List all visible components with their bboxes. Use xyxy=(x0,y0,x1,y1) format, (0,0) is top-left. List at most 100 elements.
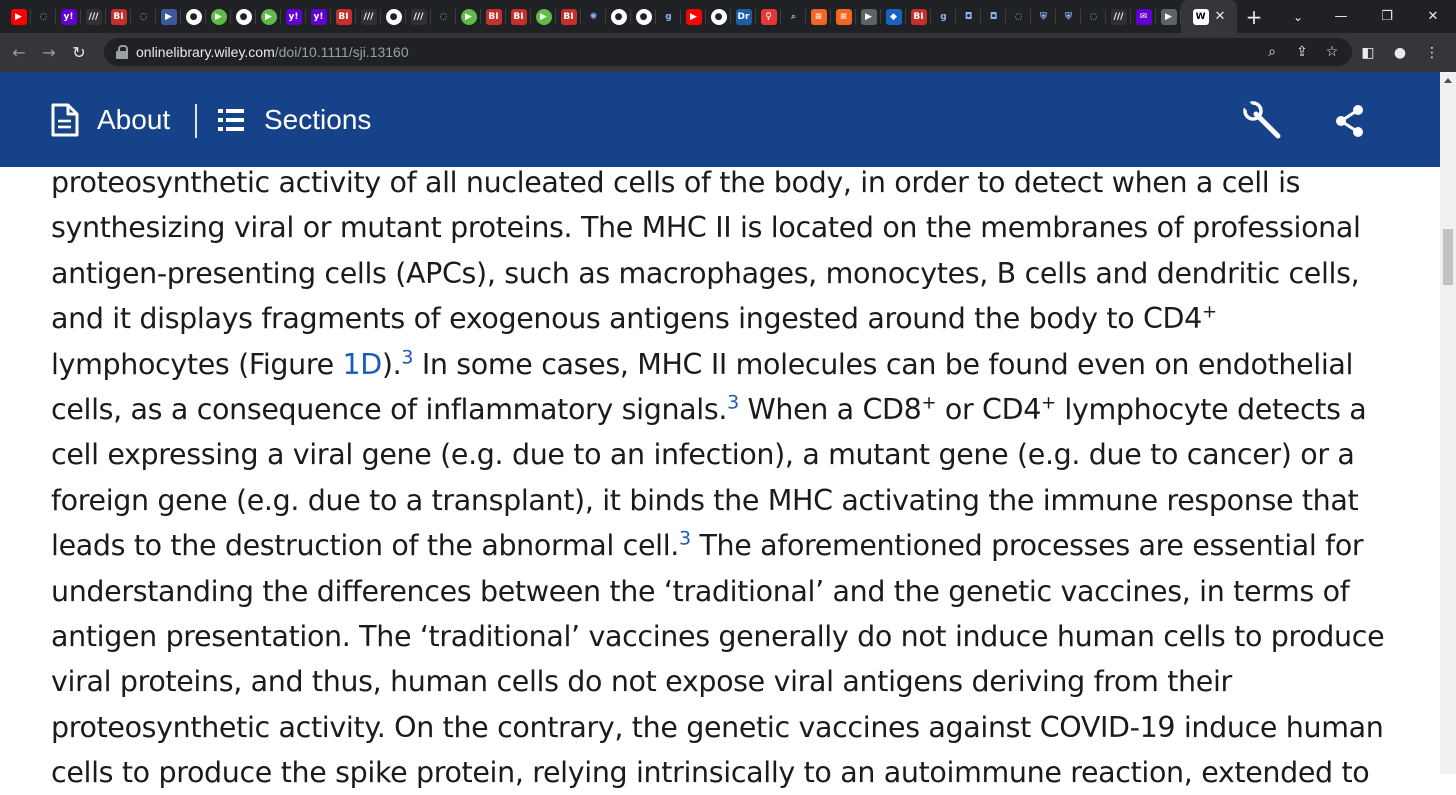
close-window-button[interactable]: ✕ xyxy=(1410,0,1456,33)
lock-icon[interactable] xyxy=(116,45,128,59)
browser-tab[interactable]: ≡ xyxy=(806,0,831,33)
browser-tab[interactable]: ▶ xyxy=(256,0,281,33)
share-icon[interactable] xyxy=(1334,104,1366,138)
browser-tab[interactable]: y! xyxy=(56,0,81,33)
figure-link[interactable]: 1D xyxy=(343,348,383,381)
toolbar-actions: ◧ ● ⋮ xyxy=(1354,33,1446,72)
browser-tab[interactable]: /// xyxy=(81,0,106,33)
browser-tab[interactable]: BI xyxy=(331,0,356,33)
zoom-icon[interactable]: ⌕ xyxy=(1260,44,1284,60)
browser-tab[interactable]: y! xyxy=(281,0,306,33)
browser-tab[interactable]: y! xyxy=(306,0,331,33)
share-icon[interactable]: ⇪ xyxy=(1290,44,1314,60)
play-icon: ▶ xyxy=(460,8,477,25)
shield-icon: ◌ xyxy=(1085,8,1102,25)
reload-button[interactable]: ↻ xyxy=(64,38,94,68)
superscript-plus: + xyxy=(1201,301,1217,323)
sections-button[interactable]: Sections xyxy=(218,72,371,167)
browser-tab[interactable]: ◌ xyxy=(1081,0,1106,33)
browser-tab[interactable]: ♀ xyxy=(756,0,781,33)
crest-icon: ⛨ xyxy=(1060,8,1077,25)
browser-tab[interactable]: ◆ xyxy=(881,0,906,33)
browser-tab[interactable]: ● xyxy=(231,0,256,33)
browser-tab[interactable]: BI xyxy=(906,0,931,33)
browser-tab[interactable]: ● xyxy=(381,0,406,33)
sidepanel-icon[interactable]: ◧ xyxy=(1354,39,1382,67)
browser-tab[interactable]: ≡ xyxy=(831,0,856,33)
yahoo-icon: y! xyxy=(310,8,327,25)
list-icon xyxy=(218,108,244,131)
address-bar[interactable]: onlinelibrary.wiley.com/doi/10.1111/sji.… xyxy=(104,38,1352,66)
browser-tab[interactable]: ◌ xyxy=(131,0,156,33)
browser-tab[interactable]: ● xyxy=(631,0,656,33)
browser-tab[interactable]: ◘ xyxy=(981,0,1006,33)
browser-tab[interactable]: ⛨ xyxy=(1056,0,1081,33)
browser-tab[interactable]: BI xyxy=(506,0,531,33)
close-tab-icon[interactable]: ✕ xyxy=(1215,9,1226,24)
forward-button[interactable]: → xyxy=(34,38,64,68)
browser-tab[interactable]: ◌ xyxy=(431,0,456,33)
browser-tab[interactable]: ▶ xyxy=(206,0,231,33)
browser-tab[interactable]: ▶ xyxy=(531,0,556,33)
browser-tab[interactable]: ✺ xyxy=(581,0,606,33)
profile-icon[interactable]: ● xyxy=(1386,39,1414,67)
new-tab-button[interactable]: + xyxy=(1237,0,1271,33)
browser-tab[interactable]: ▶ xyxy=(156,0,181,33)
circle-icon: ● xyxy=(710,8,727,25)
browser-tab[interactable]: /// xyxy=(1106,0,1131,33)
browser-tab[interactable]: ▶ xyxy=(456,0,481,33)
browser-tab[interactable]: /// xyxy=(406,0,431,33)
browser-tab[interactable]: ▶ xyxy=(856,0,881,33)
browser-tab[interactable]: ▶ xyxy=(681,0,706,33)
browser-tab[interactable]: BI xyxy=(106,0,131,33)
url-text[interactable]: onlinelibrary.wiley.com/doi/10.1111/sji.… xyxy=(136,44,409,60)
shield-orange-icon: ◘ xyxy=(985,8,1002,25)
browser-tab[interactable]: ▶ xyxy=(6,0,31,33)
about-button[interactable]: About xyxy=(50,72,170,167)
browser-tab[interactable]: ⛨ xyxy=(1031,0,1056,33)
tab-search-icon[interactable]: ⌄ xyxy=(1278,0,1318,33)
active-tab[interactable]: W ✕ xyxy=(1181,0,1237,33)
scrollbar-thumb[interactable] xyxy=(1443,229,1453,285)
scroll-up-arrow[interactable] xyxy=(1440,72,1456,88)
circle-icon: ● xyxy=(610,8,627,25)
flag-icon: ▶ xyxy=(160,8,177,25)
citation-link[interactable]: 3 xyxy=(679,528,691,550)
bookmark-icon: ≡ xyxy=(810,8,827,25)
bi-icon: BI xyxy=(560,8,577,25)
wrench-icon[interactable] xyxy=(1243,101,1283,141)
browser-tab[interactable]: g xyxy=(931,0,956,33)
citation-link[interactable]: 3 xyxy=(727,391,739,413)
browser-tab[interactable]: ● xyxy=(706,0,731,33)
scrollbar[interactable] xyxy=(1440,72,1456,774)
browser-tab[interactable]: BI xyxy=(481,0,506,33)
browser-tab[interactable]: ✉ xyxy=(1131,0,1156,33)
bi-icon: BI xyxy=(910,8,927,25)
browser-tab[interactable]: ● xyxy=(606,0,631,33)
browser-tab[interactable]: ◌ xyxy=(1006,0,1031,33)
browser-tab[interactable]: ◘ xyxy=(956,0,981,33)
youtube-icon: ▶ xyxy=(10,8,27,25)
shield-icon: ◌ xyxy=(435,8,452,25)
browser-tab[interactable]: ⌕ xyxy=(781,0,806,33)
circle-icon: ● xyxy=(185,8,202,25)
menu-icon[interactable]: ⋮ xyxy=(1418,39,1446,67)
browser-tab[interactable]: g xyxy=(656,0,681,33)
star-icon[interactable]: ☆ xyxy=(1320,44,1344,60)
browser-tab[interactable]: /// xyxy=(356,0,381,33)
browser-tab[interactable]: ● xyxy=(181,0,206,33)
omnibox-actions: ⌕ ⇪ ☆ xyxy=(1260,38,1344,66)
browser-tab[interactable]: ▶ xyxy=(1156,0,1181,33)
maximize-button[interactable]: ❐ xyxy=(1364,0,1410,33)
browser-tab[interactable]: BI xyxy=(556,0,581,33)
back-button[interactable]: ← xyxy=(4,38,34,68)
minimize-button[interactable]: — xyxy=(1318,0,1364,33)
browser-tab[interactable]: ◌ xyxy=(31,0,56,33)
citation-link[interactable]: 3 xyxy=(401,346,413,368)
cube-icon: ◆ xyxy=(885,8,902,25)
paragraph-line: leads to the destruction of the abnormal… xyxy=(51,527,1364,563)
circle-icon: ● xyxy=(235,8,252,25)
bi-icon: BI xyxy=(110,8,127,25)
browser-tab[interactable]: Dr xyxy=(731,0,756,33)
sections-label: Sections xyxy=(264,103,372,135)
